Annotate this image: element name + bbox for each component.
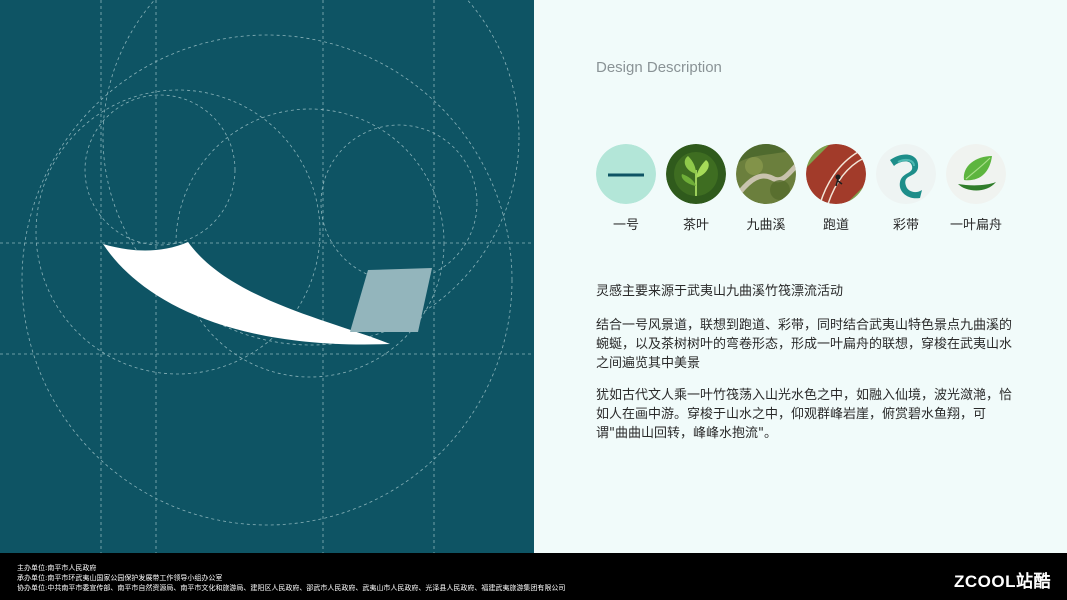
icon-label: 九曲溪: [746, 218, 786, 233]
running-track-icon: [806, 144, 866, 204]
description-paragraph: 灵感主要来源于武夷山九曲溪竹筏漂流活动: [596, 284, 844, 299]
description-paragraph: 犹如古代文人乘一叶竹筏荡入山光水色之中，如融入仙境，波光潋滟，恰如人在画中游。穿…: [596, 388, 1013, 441]
tea-leaf-icon: [666, 144, 726, 204]
leaf-boat-icon: [946, 144, 1006, 204]
icon-item-jiuquxi: 九曲溪: [736, 144, 796, 233]
footer-co-organizer: 协办单位:中共南平市委宣传部、南平市自然资源局、南平市文化和旅游局、建阳区人民政…: [17, 584, 566, 592]
icon-item-yihao: 一号: [596, 144, 656, 233]
guide-circle: [320, 124, 478, 282]
icon-label: 一号: [612, 218, 639, 233]
icon-label: 跑道: [822, 218, 849, 233]
icon-label: 彩带: [892, 218, 919, 233]
logo-construction-drawing: [0, 0, 534, 553]
logo-leaf-tail: [350, 268, 432, 332]
logo-construction-panel: [0, 0, 534, 553]
footer-host: 主办单位:南平市人民政府: [17, 564, 97, 572]
footer-organizer: 承办单位:南平市环武夷山国家公园保护发展带工作领导小组办公室: [17, 574, 223, 582]
description-paragraph: 结合一号风景道，联想到跑道、彩带，同时结合武夷山特色景点九曲溪的蜿蜒，以及茶树树…: [596, 318, 1013, 371]
guide-circle: [84, 94, 236, 246]
section-title: Design Description: [596, 59, 722, 76]
icon-item-tea: 茶叶: [666, 144, 726, 233]
dash-icon: [596, 144, 656, 204]
icon-item-leafboat: 一叶扁舟: [946, 144, 1006, 233]
river-valley-icon: [736, 144, 796, 204]
inspiration-icons: 一号 茶叶 九曲溪 跑道 彩带 一叶扁舟: [596, 144, 1016, 244]
brand-logo: ZCOOL站酷: [954, 572, 1051, 591]
description-panel: Design Description 一号 茶叶 九曲溪 跑道 彩带 一叶扁舟 …: [534, 0, 1067, 553]
icon-label: 茶叶: [682, 218, 709, 233]
icon-label: 一叶扁舟: [949, 218, 1002, 233]
ribbon-icon: [876, 144, 936, 204]
footer-bar: 主办单位:南平市人民政府 承办单位:南平市环武夷山国家公园保护发展带工作领导小组…: [0, 553, 1067, 600]
logo-leaf-shape: [103, 242, 390, 345]
icon-item-ribbon: 彩带: [876, 144, 936, 233]
icon-item-track: 跑道: [806, 144, 866, 233]
